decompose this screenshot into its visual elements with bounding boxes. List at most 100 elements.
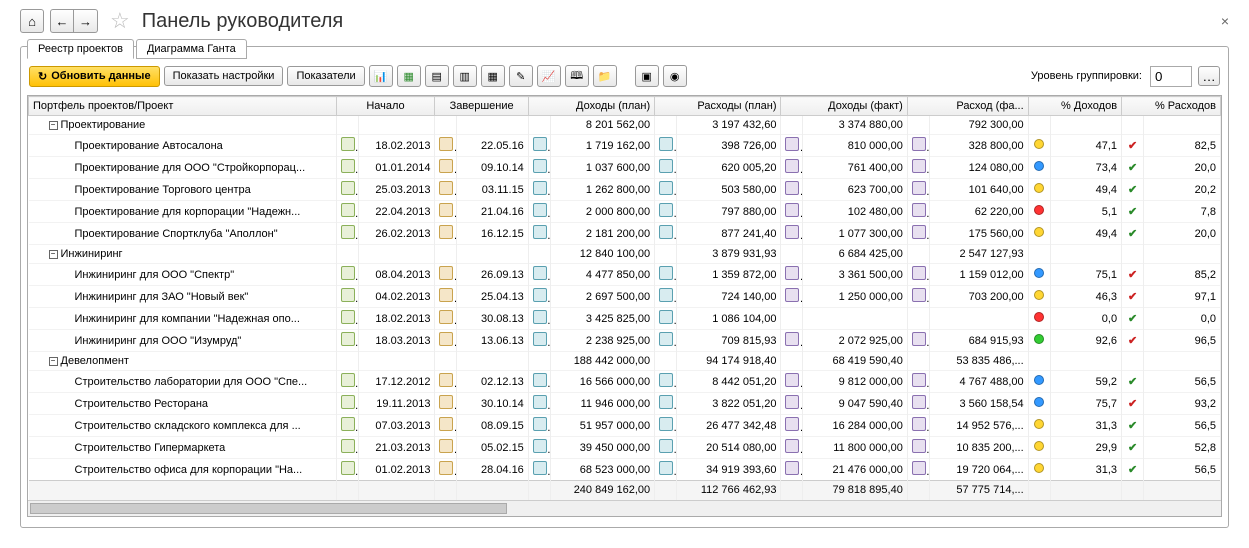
table-row[interactable]: Строительство складского комплекса для .… — [29, 415, 1221, 437]
table-row[interactable]: Проектирование для ООО "Стройкорпорац...… — [29, 157, 1221, 179]
toolbar-icon-3[interactable]: ▤ — [425, 65, 449, 87]
expense-fact: 3 560 158,54 — [929, 393, 1028, 415]
col-project[interactable]: Портфель проектов/Проект — [29, 97, 337, 116]
toolbar-icon-7[interactable]: 📈 — [537, 65, 561, 87]
table-row[interactable]: Проектирование для корпорации "Надежн...… — [29, 201, 1221, 223]
table-row[interactable]: Инжиниринг для ООО "Спектр" 08.04.2013 2… — [29, 264, 1221, 286]
col-pct-expense[interactable]: % Расходов — [1122, 97, 1221, 116]
group-row[interactable]: −Инжиниринг 12 840 100,00 3 879 931,93 6… — [29, 245, 1221, 264]
income-plan: 16 566 000,00 — [550, 371, 654, 393]
end-icon — [439, 266, 453, 280]
col-start[interactable]: Начало — [336, 97, 435, 116]
horizontal-scrollbar[interactable] — [28, 500, 1221, 516]
tab-registry[interactable]: Реестр проектов — [27, 39, 134, 59]
table-row[interactable]: Строительство Ресторана 19.11.2013 30.10… — [29, 393, 1221, 415]
group-rf: 53 835 486,... — [929, 352, 1028, 371]
plan-icon — [659, 395, 673, 409]
income-plan: 51 957 000,00 — [550, 415, 654, 437]
tab-gantt[interactable]: Диаграмма Ганта — [136, 39, 247, 59]
check-icon: ✔ — [1128, 420, 1137, 432]
plan-icon — [533, 461, 547, 475]
grouping-dots-button[interactable]: … — [1198, 66, 1220, 86]
toolbar-icon-6[interactable]: ✎ — [509, 65, 533, 87]
pct-expense: 52,8 — [1144, 437, 1221, 459]
project-name: Строительство складского комплекса для .… — [75, 420, 301, 432]
collapse-icon[interactable]: − — [49, 357, 58, 366]
expense-fact: 703 200,00 — [929, 286, 1028, 308]
col-income-fact[interactable]: Доходы (факт) — [781, 97, 907, 116]
income-plan: 11 946 000,00 — [550, 393, 654, 415]
fact-icon — [912, 373, 926, 387]
plan-icon — [659, 439, 673, 453]
show-settings-button[interactable]: Показать настройки — [164, 66, 284, 86]
expense-plan: 797 880,00 — [677, 201, 781, 223]
projects-table: Портфель проектов/Проект Начало Завершен… — [28, 96, 1221, 500]
income-fact: 810 000,00 — [803, 135, 907, 157]
end-date: 30.08.13 — [457, 308, 528, 330]
col-expense-plan[interactable]: Расходы (план) — [655, 97, 781, 116]
collapse-icon[interactable]: − — [49, 121, 58, 130]
home-button[interactable]: ⌂ — [20, 9, 44, 33]
pct-expense: 56,5 — [1144, 415, 1221, 437]
income-plan: 68 523 000,00 — [550, 459, 654, 481]
table-row[interactable]: Проектирование Автосалона 18.02.2013 22.… — [29, 135, 1221, 157]
group-dp: 12 840 100,00 — [550, 245, 654, 264]
forward-button[interactable]: → — [74, 9, 98, 33]
status-dot — [1034, 205, 1044, 215]
group-row[interactable]: −Проектирование 8 201 562,00 3 197 432,6… — [29, 116, 1221, 135]
pct-income: 75,7 — [1050, 393, 1121, 415]
fact-icon — [785, 288, 799, 302]
toolbar-icon-11[interactable]: ◉ — [663, 65, 687, 87]
table-row[interactable]: Инжиниринг для ООО "Изумруд" 18.03.2013 … — [29, 330, 1221, 352]
indicators-button[interactable]: Показатели — [287, 66, 364, 86]
fact-icon — [912, 181, 926, 195]
start-icon — [341, 159, 355, 173]
col-pct-income[interactable]: % Доходов — [1028, 97, 1121, 116]
toolbar-icon-4[interactable]: ▥ — [453, 65, 477, 87]
toolbar-icon-5[interactable]: ▦ — [481, 65, 505, 87]
start-date: 18.03.2013 — [358, 330, 435, 352]
end-date: 02.12.13 — [457, 371, 528, 393]
col-expense-fact[interactable]: Расход (фа... — [907, 97, 1028, 116]
toolbar-icon-8[interactable]: 🕮 — [565, 65, 589, 87]
end-date: 26.09.13 — [457, 264, 528, 286]
project-name: Проектирование для корпорации "Надежн... — [75, 206, 301, 218]
income-plan: 2 181 200,00 — [550, 223, 654, 245]
grouping-input[interactable] — [1150, 66, 1192, 87]
group-row[interactable]: −Девелопмент 188 442 000,00 94 174 918,4… — [29, 352, 1221, 371]
toolbar-icon-10[interactable]: ▣ — [635, 65, 659, 87]
toolbar-icon-9[interactable]: 📁 — [593, 65, 617, 87]
table-row[interactable]: Проектирование Торгового центра 25.03.20… — [29, 179, 1221, 201]
income-fact: 16 284 000,00 — [803, 415, 907, 437]
col-end[interactable]: Завершение — [435, 97, 528, 116]
end-icon — [439, 439, 453, 453]
table-row[interactable]: Проектирование Спортклуба "Аполлон" 26.0… — [29, 223, 1221, 245]
end-icon — [439, 203, 453, 217]
start-icon — [341, 439, 355, 453]
fact-icon — [785, 225, 799, 239]
favorite-icon[interactable]: ☆ — [110, 8, 130, 34]
expense-plan: 709 815,93 — [677, 330, 781, 352]
plan-icon — [533, 373, 547, 387]
back-button[interactable]: ← — [50, 9, 74, 33]
table-row[interactable]: Инжиниринг для ЗАО "Новый век" 04.02.201… — [29, 286, 1221, 308]
table-row[interactable]: Строительство офиса для корпорации "На..… — [29, 459, 1221, 481]
income-fact: 623 700,00 — [803, 179, 907, 201]
expense-plan: 1 359 872,00 — [677, 264, 781, 286]
start-date: 26.02.2013 — [358, 223, 435, 245]
fact-icon — [785, 159, 799, 173]
toolbar-icon-1[interactable]: 📊 — [369, 65, 393, 87]
refresh-button[interactable]: ↻Обновить данные — [29, 66, 160, 87]
status-dot — [1034, 397, 1044, 407]
pct-income: 59,2 — [1050, 371, 1121, 393]
toolbar-icon-2[interactable]: ▦ — [397, 65, 421, 87]
table-row[interactable]: Строительство лаборатории для ООО "Спе..… — [29, 371, 1221, 393]
col-income-plan[interactable]: Доходы (план) — [528, 97, 654, 116]
fact-icon — [785, 395, 799, 409]
table-row[interactable]: Строительство Гипермаркета 21.03.2013 05… — [29, 437, 1221, 459]
close-button[interactable]: × — [1221, 13, 1229, 29]
collapse-icon[interactable]: − — [49, 250, 58, 259]
fact-icon — [912, 461, 926, 475]
table-row[interactable]: Инжиниринг для компании "Надежная опо...… — [29, 308, 1221, 330]
start-icon — [341, 203, 355, 217]
